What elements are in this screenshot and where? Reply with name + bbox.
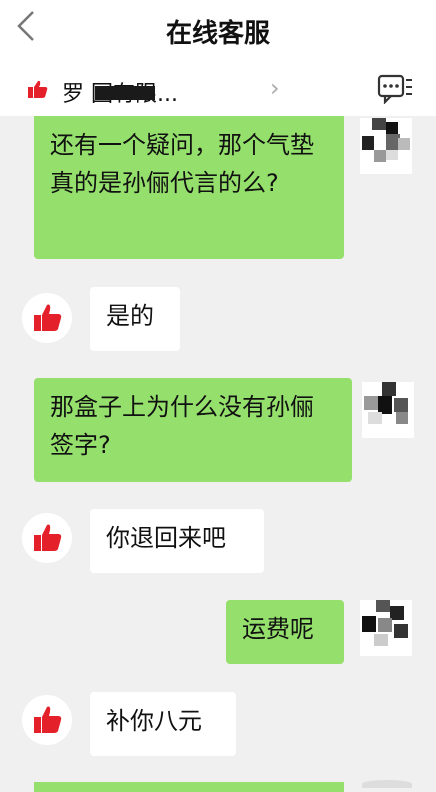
thumbs-up-icon [28,80,48,98]
agent-avatar [22,695,72,745]
user-avatar [360,118,412,174]
agent-avatar [22,513,72,563]
user-avatar [360,600,412,656]
my-message-bubble[interactable]: 运费呢 [226,600,344,664]
chat-area[interactable]: 还有一个疑问，那个气垫真的是孙俪代言的么? 是的 那盒子上为什么没有孙俪签字? [0,116,436,792]
shop-bar[interactable]: 罗 园有限... › [0,60,436,116]
user-avatar [362,382,414,438]
redacted-block [95,86,155,100]
agent-message-bubble[interactable]: 是的 [90,287,180,351]
chevron-right-icon[interactable]: › [270,74,280,102]
thumbs-up-icon [34,524,62,551]
thumbs-up-icon [34,706,62,733]
header-bar: 在线客服 [0,0,436,60]
my-message-bubble[interactable]: 那盒子上为什么没有孙俪签字? [34,378,352,482]
page-title: 在线客服 [165,19,270,49]
my-message-bubble-partial[interactable] [34,782,344,792]
agent-avatar [22,293,72,343]
my-message-bubble[interactable]: 还有一个疑问，那个气垫真的是孙俪代言的么? [34,116,344,259]
chat-menu-icon[interactable] [377,74,413,104]
agent-message-bubble[interactable]: 补你八元 [90,692,236,756]
agent-message-bubble[interactable]: 你退回来吧 [90,509,264,573]
thumbs-up-icon [34,304,62,331]
